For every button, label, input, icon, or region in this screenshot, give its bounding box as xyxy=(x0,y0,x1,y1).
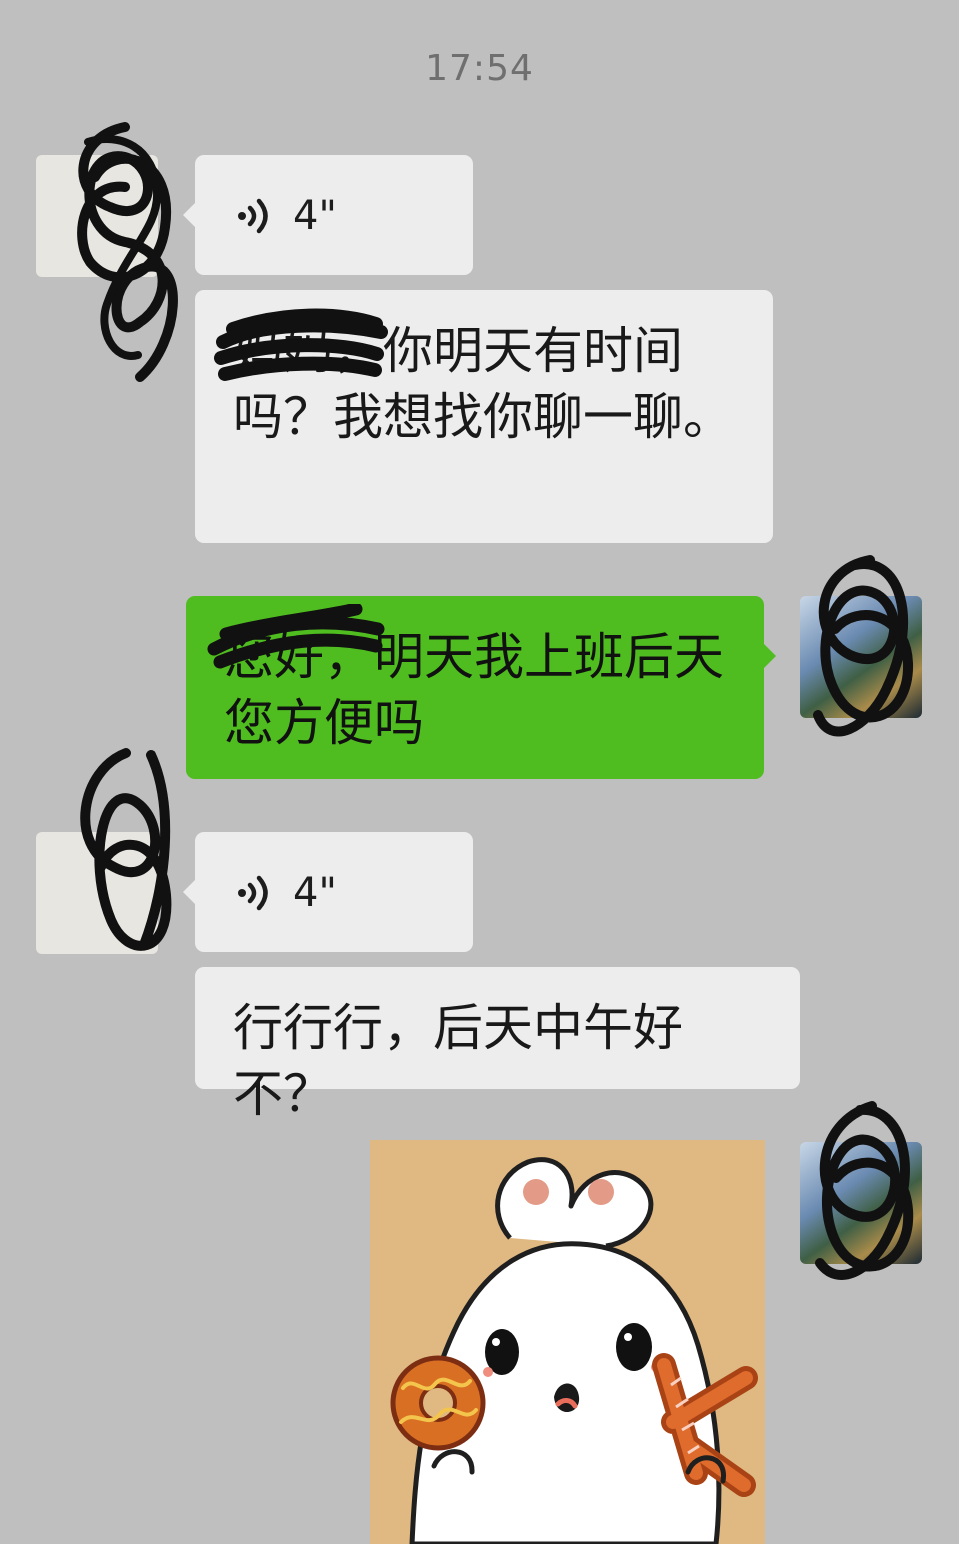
voice-wave-icon xyxy=(238,198,268,234)
voice-message-content: 4" xyxy=(235,870,337,916)
message-text: 行行行，后天中午好不？ xyxy=(233,999,683,1123)
voice-message-content: 4" xyxy=(235,193,337,239)
outgoing-message-bubble[interactable]: 您好，明天我上班后天您方便吗 xyxy=(186,596,776,779)
message-text: 妈妈，你明天有时间吗？我想找你聊一聊。 xyxy=(233,322,733,446)
chat-window: 17:54 4" 妈妈，你明天有时间吗？我想找你聊一聊。 您好，明天我上班后天您… xyxy=(0,0,959,1544)
voice-message-bubble[interactable]: 4" xyxy=(183,832,473,952)
avatar[interactable] xyxy=(800,596,922,718)
message-text: 您好，明天我上班后天您方便吗 xyxy=(224,628,724,752)
voice-message-bubble[interactable]: 4" xyxy=(183,155,473,275)
avatar[interactable] xyxy=(800,1142,922,1264)
voice-duration: 4" xyxy=(293,193,337,239)
incoming-message-bubble[interactable]: 行行行，后天中午好不？ xyxy=(195,967,800,1123)
voice-duration: 4" xyxy=(293,870,337,916)
avatar[interactable] xyxy=(36,155,158,277)
bunny-ok-illustration xyxy=(370,1140,765,1544)
voice-wave-icon xyxy=(238,875,268,911)
incoming-message-bubble[interactable]: 妈妈，你明天有时间吗？我想找你聊一聊。 xyxy=(195,290,773,543)
bunny-ok-sticker[interactable] xyxy=(370,1140,765,1544)
message-timestamp: 17:54 xyxy=(425,48,534,89)
avatar[interactable] xyxy=(36,832,158,954)
